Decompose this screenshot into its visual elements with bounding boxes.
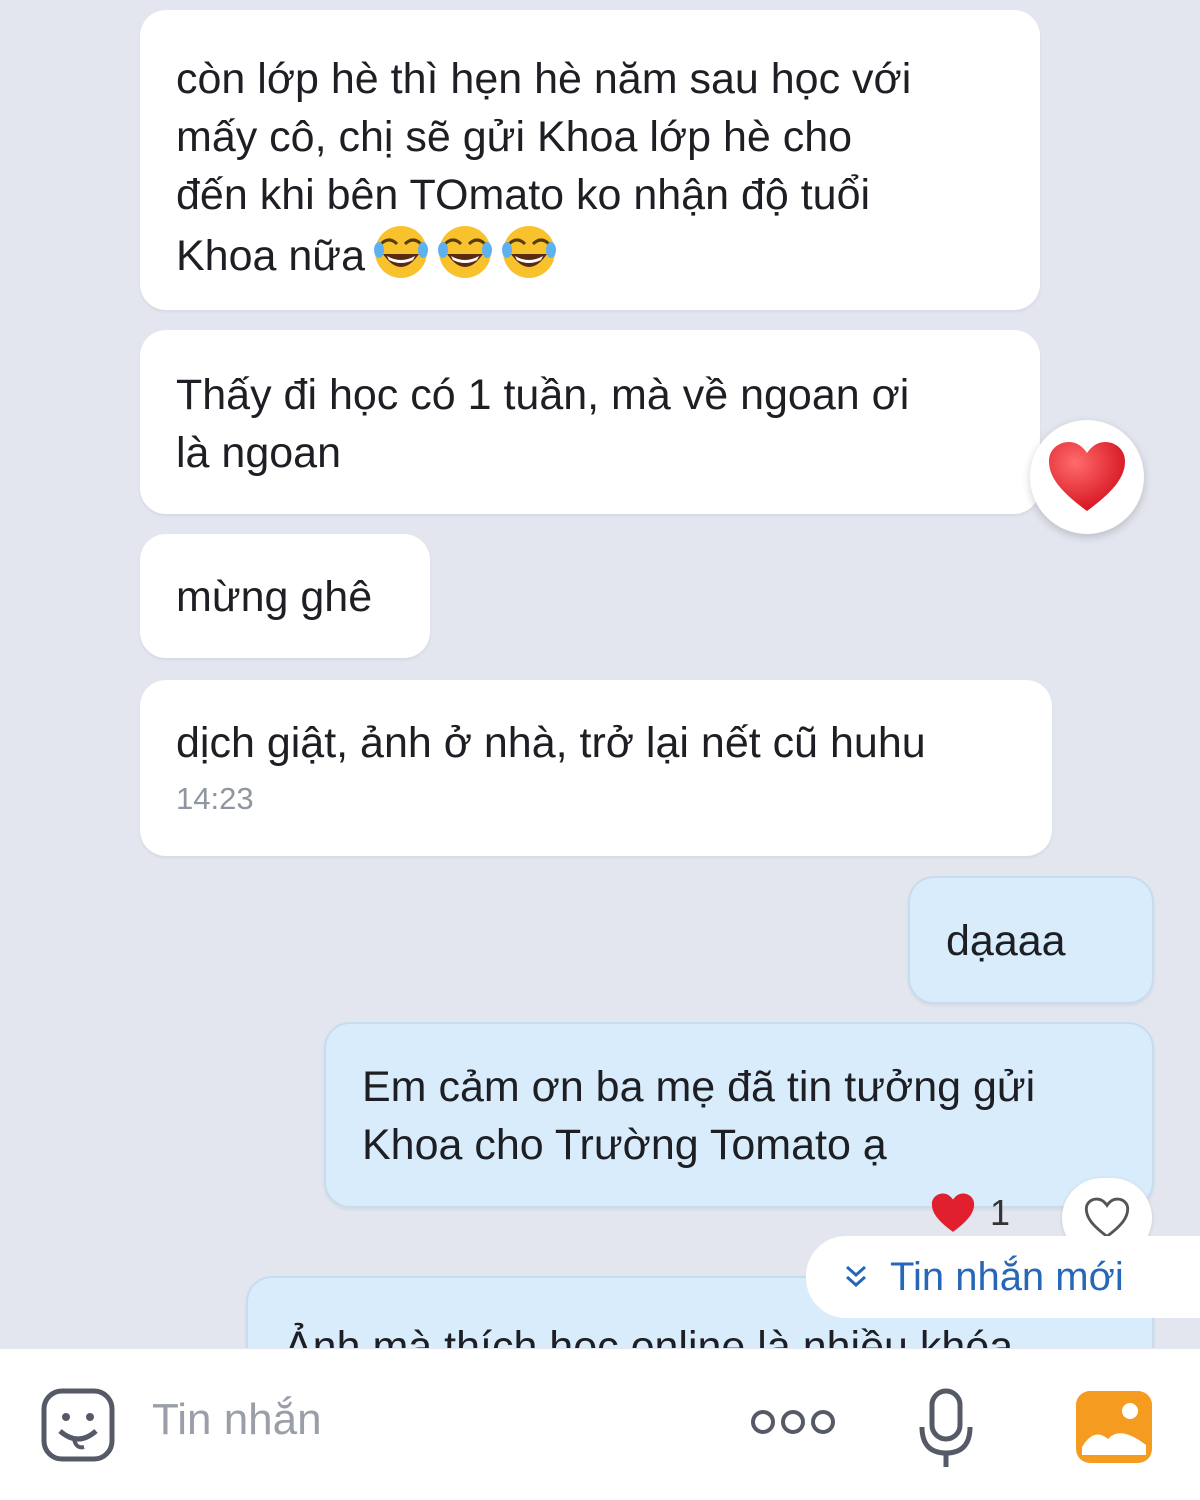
message-bubble-incoming[interactable]: Thấy đi học có 1 tuần, mà về ngoan ơi là… — [140, 330, 1040, 514]
message-text: đến khi bên TOmato ko nhận độ tuổi — [176, 171, 871, 219]
message-bubble-outgoing[interactable]: Em cảm ơn ba mẹ đã tin tưởng gửi Khoa ch… — [324, 1022, 1154, 1208]
reaction-count[interactable]: 1 — [930, 1192, 1010, 1234]
more-button[interactable] — [750, 1407, 836, 1442]
message-bubble-incoming[interactable]: còn lớp hè thì hẹn hè năm sau học với mấ… — [140, 10, 1040, 310]
voice-button[interactable] — [916, 1387, 976, 1476]
chevron-double-down-icon — [846, 1265, 866, 1288]
sticker-icon — [41, 1388, 115, 1462]
message-bubble-incoming[interactable]: dịch giật, ảnh ở nhà, trở lại nết cũ huh… — [140, 680, 1052, 856]
message-text: dịch giật, ảnh ở nhà, trở lại nết cũ huh… — [176, 719, 926, 767]
laughing-emoji-icon — [438, 226, 492, 278]
message-bubble-outgoing[interactable]: dạaaa — [908, 876, 1154, 1004]
new-messages-button[interactable]: Tin nhắn mới — [806, 1236, 1200, 1318]
more-icon — [751, 1410, 835, 1434]
message-text: là ngoan — [176, 429, 341, 477]
message-text: mừng ghê — [176, 573, 373, 621]
message-text: Ảnh mà thích học online là nhiều khóa — [284, 1323, 1014, 1348]
microphone-icon — [919, 1388, 973, 1467]
new-messages-label: Tin nhắn mới — [890, 1254, 1124, 1299]
message-text: mấy cô, chị sẽ gửi Khoa lớp hè cho — [176, 113, 853, 161]
photo-icon — [1076, 1391, 1152, 1463]
message-bubble-incoming[interactable]: mừng ghê — [140, 534, 430, 658]
reaction-count-value: 1 — [990, 1192, 1011, 1233]
heart-icon — [931, 1193, 975, 1232]
reaction-badge[interactable] — [1030, 420, 1144, 534]
message-text: Khoa nữa — [176, 232, 365, 280]
heart-outline-icon — [1084, 1197, 1130, 1239]
message-timestamp: 14:23 — [176, 781, 254, 816]
message-text: Thấy đi học có 1 tuần, mà về ngoan ơi — [176, 371, 910, 419]
message-input[interactable]: Tin nhắn — [152, 1395, 322, 1445]
message-text: còn lớp hè thì hẹn hè năm sau học với — [176, 55, 912, 103]
photo-button[interactable] — [1074, 1389, 1154, 1470]
laughing-emoji-icon — [502, 226, 556, 278]
laughing-emoji-icon — [374, 226, 428, 278]
message-text-last: Khoa nữa — [176, 224, 1004, 285]
message-text: dạaaa — [946, 917, 1066, 965]
chat-area[interactable]: còn lớp hè thì hẹn hè năm sau học với mấ… — [0, 0, 1200, 1348]
sticker-button[interactable] — [40, 1387, 116, 1468]
message-text: Khoa cho Trường Tomato ạ — [362, 1121, 887, 1169]
composer-bar: Tin nhắn — [0, 1348, 1200, 1500]
message-text: Em cảm ơn ba mẹ đã tin tưởng gửi — [362, 1063, 1036, 1111]
heart-icon — [1049, 442, 1125, 511]
